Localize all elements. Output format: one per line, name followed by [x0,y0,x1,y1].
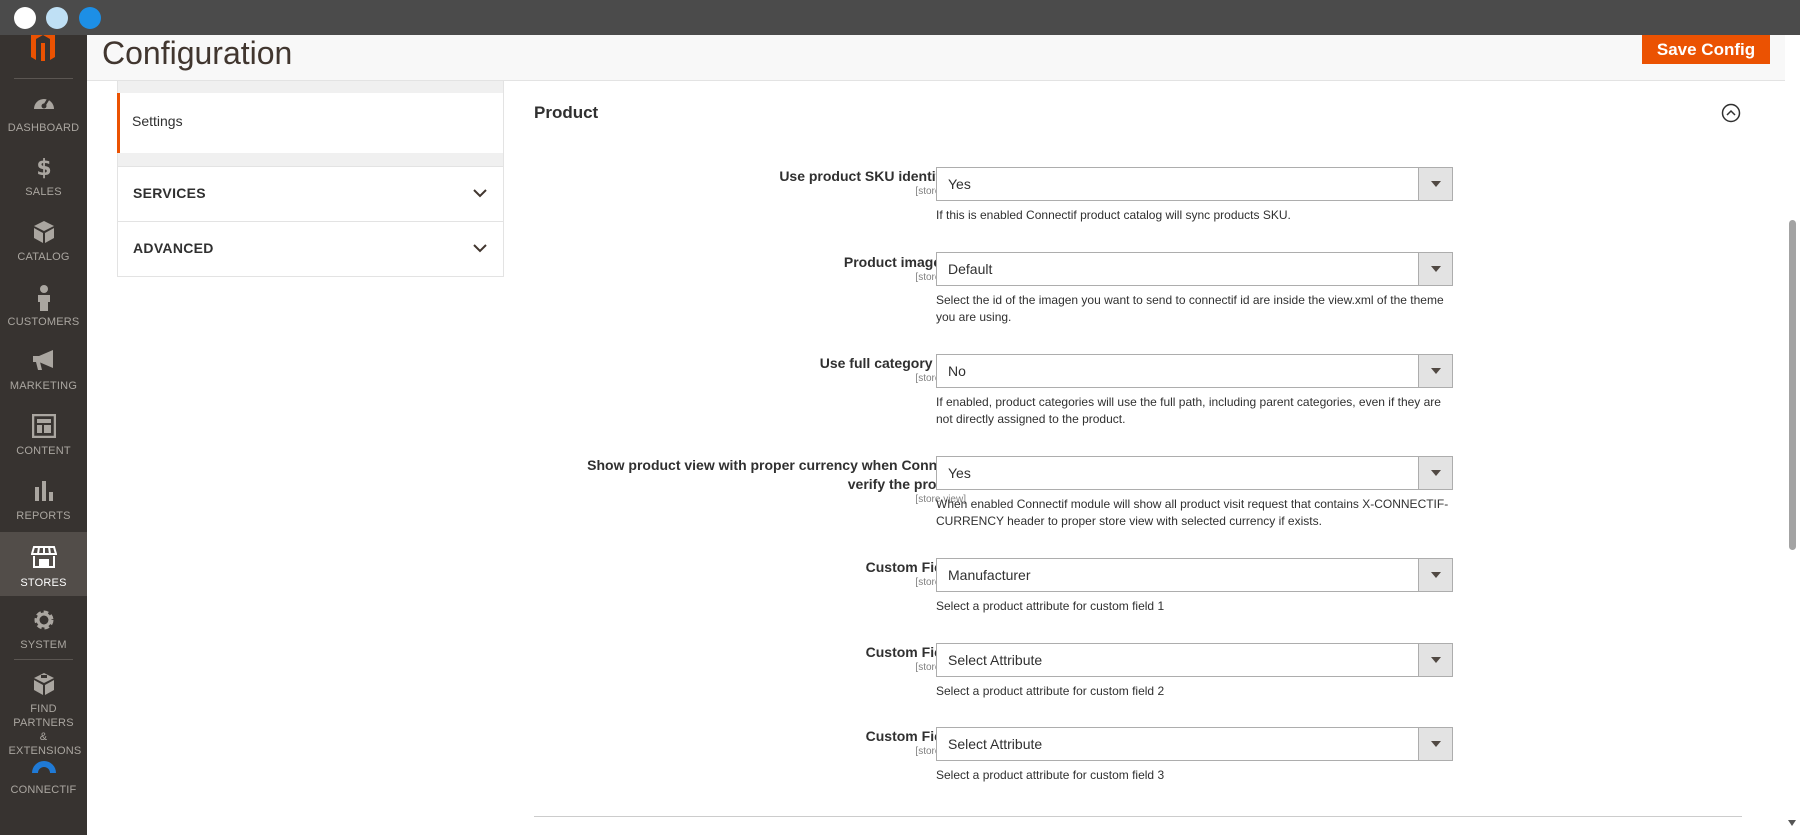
nav-label-catalog: CATALOG [17,251,70,263]
window-maximize-button[interactable] [79,7,101,29]
field-note: Select a product attribute for custom fi… [936,599,1165,613]
nav-divider [14,78,73,79]
svg-text:$: $ [36,156,51,179]
window-minimize-button[interactable] [46,7,68,29]
page-title: Configuration [102,35,293,71]
nav-item-find-partners[interactable]: FIND PARTNERS & EXTENSIONS [0,664,87,757]
nav-label-reports: REPORTS [16,510,71,522]
nav-label-sales: SALES [25,186,62,198]
field-note: Select a product attribute for custom fi… [936,768,1165,782]
person-icon [0,285,87,315]
nav-label-marketing: MARKETING [9,380,78,392]
field-label-proper-currency: Show product view with proper currency w… [587,457,966,492]
megaphone-icon [0,349,87,379]
tab-group-services[interactable]: SERVICES [117,166,504,222]
dollar-icon: $ [0,155,87,185]
dropdown-arrow-icon [1418,728,1452,760]
dropdown-arrow-icon [1418,644,1452,676]
nav-item-reports[interactable]: REPORTS [0,471,87,535]
select-value: Default [948,261,993,277]
nav-item-dashboard[interactable]: DASHBOARD [0,83,87,147]
select-product-imagen-id[interactable]: Default [936,252,1453,286]
cube-icon [0,220,87,250]
dropdown-arrow-icon [1418,355,1452,387]
window-close-button[interactable] [14,7,36,29]
nav-item-content[interactable]: CONTENT [0,406,87,470]
box-icon [0,672,87,702]
select-value: Yes [948,465,971,481]
select-proper-currency[interactable]: Yes [936,456,1453,490]
select-value: Select Attribute [948,736,1043,752]
nav-item-system[interactable]: SYSTEM [0,600,87,664]
nav-divider [14,659,73,660]
admin-sidebar: DASHBOARD $ SALES CATALOG CUSTOMERS MARK… [0,35,87,835]
nav-item-customers[interactable]: CUSTOMERS [0,277,87,341]
scrollbar-thumb[interactable] [1789,220,1796,550]
select-full-category-path[interactable]: No [936,354,1453,388]
tab-settings[interactable]: Settings [117,93,504,153]
collapse-section-icon[interactable] [1721,103,1741,123]
dropdown-arrow-icon [1418,168,1452,200]
magento-logo-icon[interactable] [28,35,58,61]
nav-label-customers: CUSTOMERS [7,316,80,328]
window-titlebar [0,0,1800,35]
dropdown-arrow-icon [1418,457,1452,489]
dropdown-arrow-icon [1418,559,1452,591]
select-custom-field-1[interactable]: Manufacturer [936,558,1453,592]
select-custom-field-2[interactable]: Select Attribute [936,643,1453,677]
scroll-down-arrow-icon[interactable] [1788,820,1796,826]
tab-divider [117,153,504,166]
nav-label-system: SYSTEM [20,639,67,651]
field-note: When enabled Connectif module will show … [936,497,1449,528]
bar-chart-icon [0,479,87,509]
page-scrollbar[interactable] [1785,35,1800,835]
select-use-sku[interactable]: Yes [936,167,1453,201]
nav-label-connectif: CONNECTIF [10,784,77,796]
tab-group-advanced-label: ADVANCED [133,240,214,256]
tab-divider [117,81,504,93]
nav-item-sales[interactable]: $ SALES [0,147,87,211]
nav-item-stores[interactable]: STORES [0,532,87,596]
tab-group-advanced[interactable]: ADVANCED [117,221,504,277]
layout-icon [0,414,87,444]
main-content: Configuration Save Config Settings SERVI… [87,35,1800,835]
field-note: If this is enabled Connectif product cat… [936,208,1291,222]
select-value: Yes [948,176,971,192]
gear-icon [0,608,87,638]
tab-group-services-label: SERVICES [133,185,206,201]
select-value: No [948,363,966,379]
nav-label-dashboard: DASHBOARD [7,122,80,134]
dropdown-arrow-icon [1418,253,1452,285]
section-title: Product [534,103,599,122]
section-divider [534,816,1742,817]
nav-item-catalog[interactable]: CATALOG [0,212,87,276]
save-config-button[interactable]: Save Config [1642,35,1770,64]
nav-item-connectif[interactable]: CONNECTIF [0,745,87,809]
storefront-icon [0,546,87,576]
field-note: Select the id of the imagen you want to … [936,293,1444,324]
select-custom-field-3[interactable]: Select Attribute [936,727,1453,761]
tab-settings-label: Settings [132,113,183,129]
field-note: If enabled, product categories will use … [936,395,1441,426]
page-header: Configuration Save Config [87,35,1800,81]
nav-label-stores: STORES [20,577,67,589]
chevron-down-icon [473,244,487,253]
field-note: Select a product attribute for custom fi… [936,684,1165,698]
nav-item-marketing[interactable]: MARKETING [0,341,87,405]
nav-label-content: CONTENT [16,445,71,457]
select-value: Select Attribute [948,652,1043,668]
chevron-down-icon [473,189,487,198]
select-value: Manufacturer [948,567,1031,583]
connectif-icon [0,753,87,783]
dashboard-icon [0,91,87,121]
